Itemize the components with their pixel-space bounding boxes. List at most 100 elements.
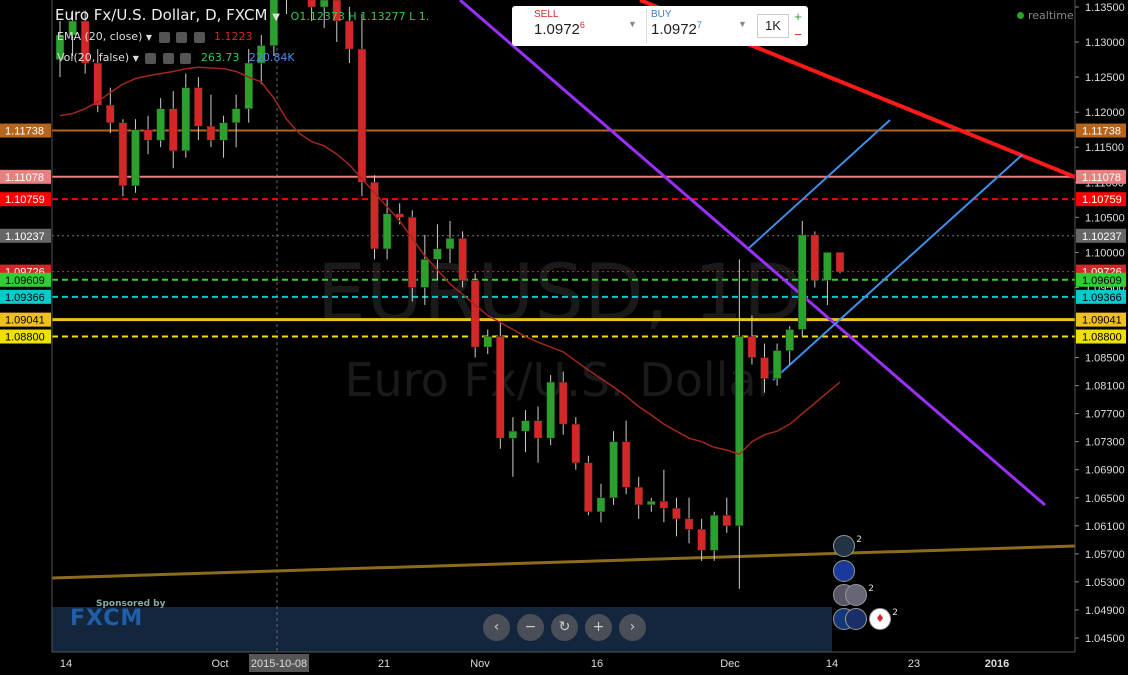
reset-button[interactable]: ↻ <box>551 614 578 641</box>
candle-down <box>659 501 669 509</box>
realtime-indicator: realtime <box>1017 9 1074 22</box>
candle-up <box>483 336 492 348</box>
candle-down <box>558 381 568 425</box>
x-tick-label: Dec <box>720 658 740 670</box>
candle-down <box>408 217 417 288</box>
vol-value-2: 220.84K <box>248 51 295 64</box>
sell-price-sup: 6 <box>579 20 585 30</box>
y-tick-label: 1.04500 <box>1085 633 1125 645</box>
price-tag-label: 1.10237 <box>1082 231 1122 243</box>
scroll-right-button[interactable]: › <box>619 614 646 641</box>
price-tag-label-left: 1.11078 <box>5 172 44 184</box>
candle-up <box>735 336 744 527</box>
ohlc-readout: O1.12373 H 1.13277 L 1. <box>290 10 430 23</box>
chart-header: Euro Fx/U.S. Dollar, D, FXCM ▼ O1.12373 … <box>55 6 429 24</box>
candle-down <box>747 336 757 358</box>
close-icon[interactable] <box>180 52 192 64</box>
chevron-down-icon[interactable]: ▼ <box>272 12 280 23</box>
eu-flag-icon[interactable] <box>833 560 855 582</box>
price-tag-label-left: 1.09609 <box>5 275 45 287</box>
us-flag-icon[interactable]: 2 <box>845 584 874 606</box>
y-tick-label: 1.08100 <box>1085 381 1125 393</box>
y-tick-label: 1.07700 <box>1085 409 1125 421</box>
price-tag-label: 1.09366 <box>1082 292 1122 304</box>
candle-down <box>470 280 480 348</box>
candle-down <box>357 48 367 183</box>
candle-down <box>571 423 581 463</box>
candle-up <box>798 234 807 330</box>
zoom-in-button[interactable]: + <box>585 614 612 641</box>
y-tick-label: 1.12500 <box>1085 72 1125 84</box>
y-tick-label: 1.06100 <box>1085 521 1125 533</box>
plus-icon[interactable]: + <box>791 9 805 25</box>
close-icon[interactable] <box>193 31 205 43</box>
event-count: 2 <box>892 608 898 618</box>
candle-down <box>697 529 706 551</box>
eye-icon[interactable] <box>158 31 170 43</box>
minus-icon[interactable]: − <box>791 27 805 43</box>
y-tick-label: 1.11500 <box>1085 142 1124 154</box>
au-flag-icon[interactable] <box>845 608 867 630</box>
candle-down <box>684 518 694 530</box>
chevron-down-icon[interactable]: ▼ <box>146 33 152 42</box>
candle-down <box>810 234 820 281</box>
chevron-down-icon[interactable]: ▼ <box>628 19 637 29</box>
x-tick-label: 23 <box>908 658 920 670</box>
candle-down <box>722 515 732 527</box>
sell-price: 1.0972 <box>534 21 580 38</box>
y-tick-label: 1.08500 <box>1085 353 1125 365</box>
ca-flag-icon[interactable]: ♦ 2 <box>869 608 898 630</box>
chevron-down-icon[interactable]: ▼ <box>738 19 747 29</box>
candle-up <box>433 248 442 260</box>
candle-down <box>143 129 153 141</box>
gear-icon[interactable] <box>162 52 174 64</box>
candle-down <box>206 125 216 141</box>
quantity-field[interactable]: 1K <box>757 14 789 38</box>
live-dot-icon <box>1017 12 1024 19</box>
x-tick-label: 16 <box>591 658 603 670</box>
candle-down <box>621 441 631 488</box>
candle-up <box>823 252 832 281</box>
candle-down <box>118 122 128 187</box>
candle-up <box>772 350 782 379</box>
gb-flag-icon[interactable]: 2 <box>833 535 862 557</box>
candle-up <box>596 497 606 513</box>
candle-up <box>219 122 228 141</box>
candle-down <box>584 462 593 513</box>
candle-down <box>106 104 115 123</box>
candle-up <box>181 87 191 151</box>
watermark-symbol: EURUSD, 1D <box>317 249 804 339</box>
candle-up <box>647 501 656 506</box>
zoom-out-button[interactable]: − <box>517 614 544 641</box>
candle-down <box>168 108 178 151</box>
event-count: 2 <box>856 535 862 545</box>
volume-indicator[interactable]: Vol(20, false) ▼ 263.73 220.84K <box>57 51 295 64</box>
price-tag-label-left: 1.10759 <box>5 194 45 206</box>
y-tick-label: 1.10000 <box>1085 247 1125 259</box>
eye-icon[interactable] <box>145 52 157 64</box>
price-tag-label-left: 1.09366 <box>5 292 45 304</box>
x-tick-label: Nov <box>470 658 490 670</box>
y-tick-label: 1.04900 <box>1085 605 1125 617</box>
candle-down <box>533 420 543 439</box>
candle-down <box>496 336 505 439</box>
candle-up <box>420 259 430 288</box>
x-tick-label: 2015-10-08 <box>251 658 307 670</box>
y-tick-label: 1.13500 <box>1085 2 1125 14</box>
vol-label: Vol(20, false) <box>57 51 130 64</box>
candle-up <box>244 62 253 109</box>
symbol-title[interactable]: Euro Fx/U.S. Dollar, D, FXCM <box>55 6 267 24</box>
y-tick-label: 1.05300 <box>1085 577 1125 589</box>
chevron-down-icon[interactable]: ▼ <box>133 54 139 63</box>
event-count: 2 <box>868 584 874 594</box>
volume-area <box>52 607 832 652</box>
gear-icon[interactable] <box>176 31 188 43</box>
y-tick-label: 1.05700 <box>1085 549 1125 561</box>
price-chart[interactable]: EURUSD, 1DEuro Fx/U.S. Dollar1.135001.13… <box>0 0 1128 675</box>
candle-up <box>131 129 140 187</box>
scroll-left-button[interactable]: ‹ <box>483 614 510 641</box>
ema-indicator[interactable]: EMA (20, close) ▼ 1.1223 <box>57 30 253 43</box>
price-tag-label: 1.10759 <box>1082 194 1122 206</box>
fxcm-logo[interactable]: FXCM <box>70 606 143 631</box>
y-tick-label: 1.12000 <box>1085 107 1125 119</box>
